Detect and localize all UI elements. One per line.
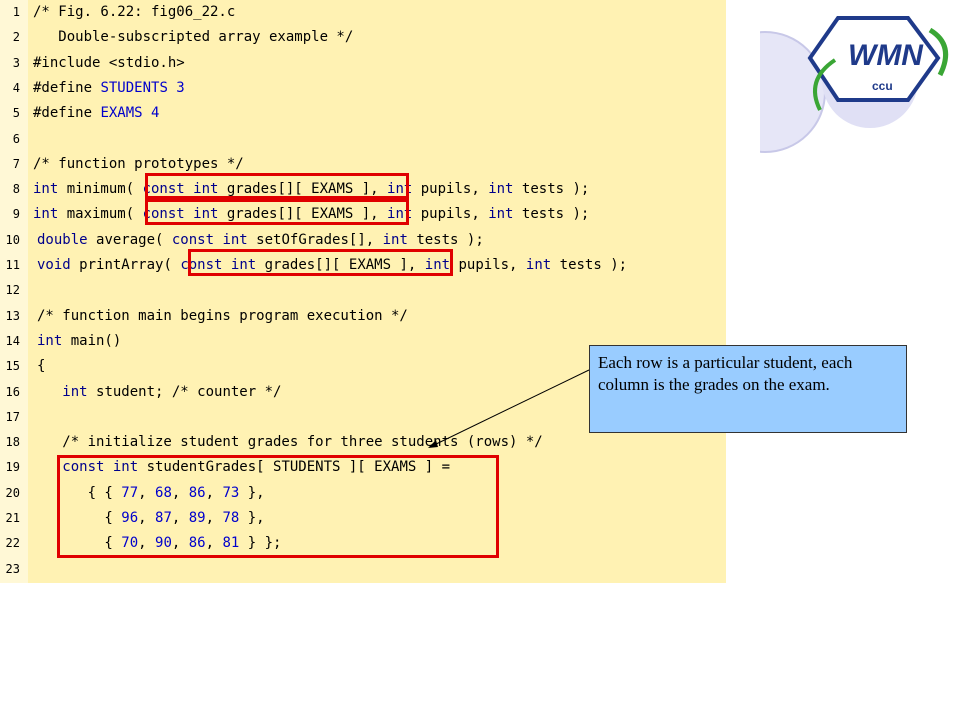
logo-main-text: WMN — [848, 39, 924, 72]
callout-text: Each row is a particular student, each c… — [598, 353, 853, 394]
logo-sub-text: ccu — [872, 79, 893, 93]
wmn-ccu-logo: WMN ccu — [704, 0, 960, 160]
callout-note: Each row is a particular student, each c… — [589, 345, 907, 433]
